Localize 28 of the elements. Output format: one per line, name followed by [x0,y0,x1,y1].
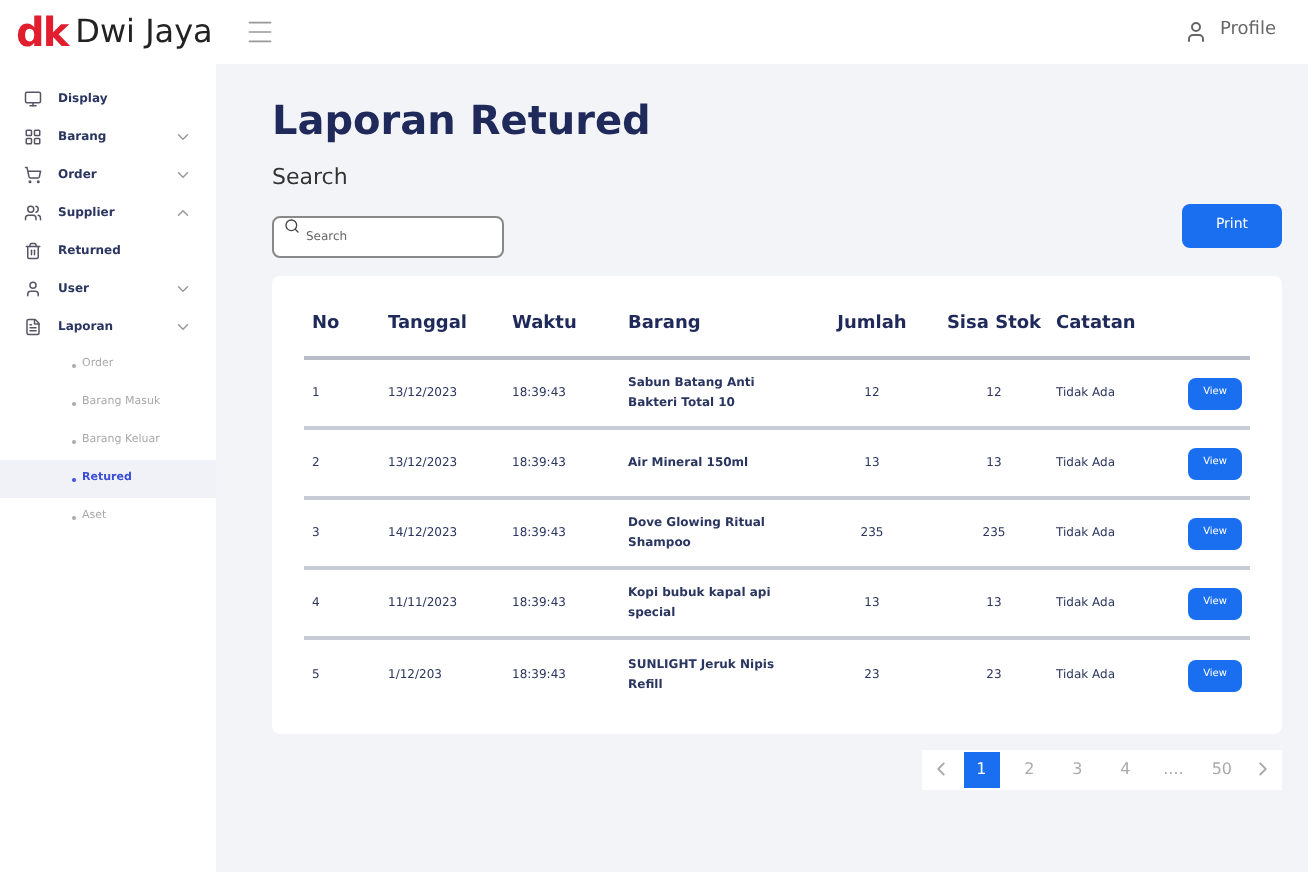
user-icon [1184,20,1209,44]
profile-button[interactable]: Profile [1184,18,1276,46]
brand-mark: dk [16,12,68,52]
brand-name: Dwi Jaya [75,10,213,54]
page-title: Laporan Retured [272,96,653,146]
column-header: Barang [628,311,703,337]
column-header: No [310,311,342,337]
column-header: Waktu [512,311,579,337]
document-icon [24,318,42,336]
column-header: Catatan [1056,311,1138,337]
search-label: Search [272,162,350,194]
column-header: Sisa Stok [944,311,1044,337]
page-button[interactable]: 50 [1203,751,1240,787]
cart-icon [24,166,42,184]
column-header: Jumlah [834,311,909,337]
search-icon [284,218,300,234]
users-icon [24,204,42,222]
monitor-icon [24,90,42,108]
page-button[interactable]: 1 [963,751,1000,787]
page-button[interactable]: .... [1155,751,1192,787]
column-header: Tanggal [388,311,470,337]
page-button[interactable]: 3 [1059,751,1096,787]
grid-icon [24,128,42,146]
trash-icon [24,242,42,260]
page-button[interactable]: 2 [1011,751,1048,787]
user-icon [24,280,42,298]
menu-icon[interactable] [244,16,277,48]
page-button[interactable]: 4 [1107,751,1144,787]
